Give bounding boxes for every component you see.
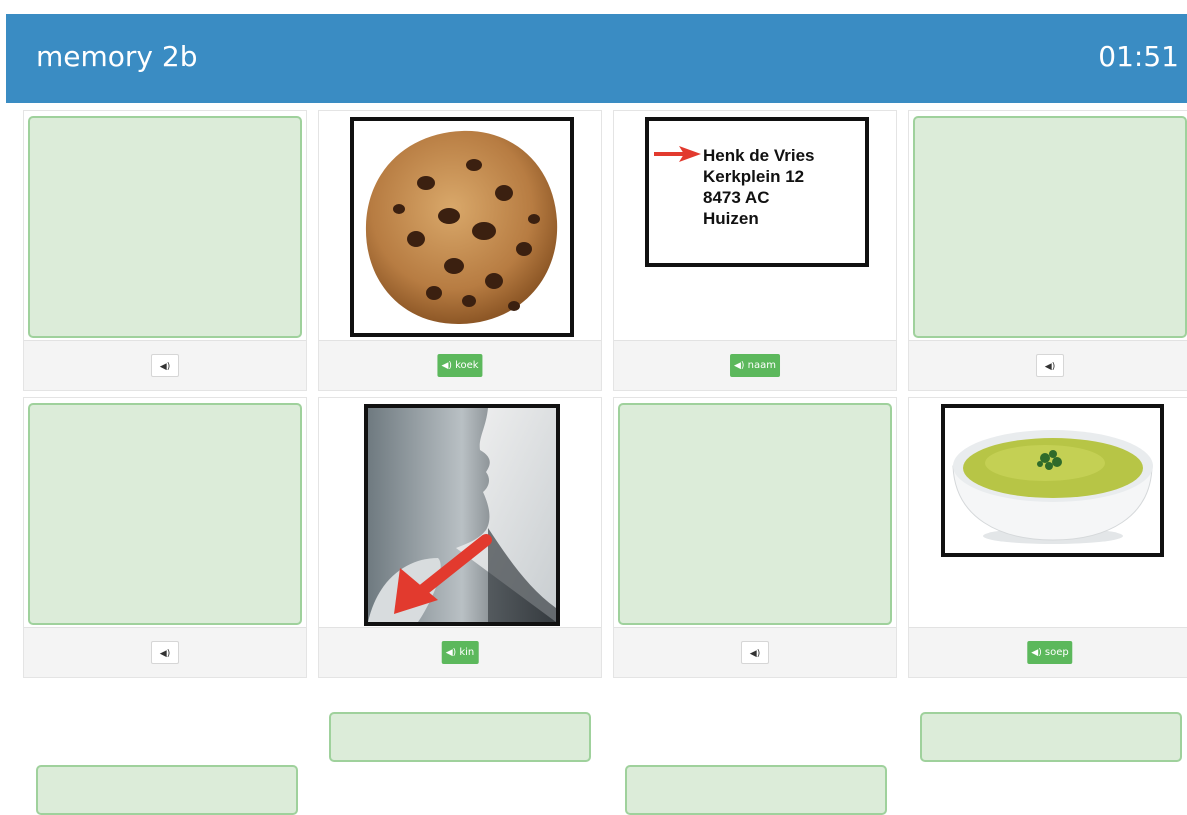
chin-illustration [368,408,556,622]
soup-illustration [945,408,1160,553]
speaker-icon: ◀) [159,362,171,372]
speaker-icon: ◀) [749,649,761,659]
word-label: koek [455,360,479,371]
speaker-icon: ◀) [1044,362,1056,372]
speaker-icon: ◀) [734,361,745,371]
card-back[interactable] [28,116,302,338]
sound-button[interactable]: ◀) [151,641,179,664]
card-footer: ◀) [24,340,306,390]
address-line: Huizen [703,209,759,228]
memory-card-2[interactable]: ◀) koek [318,110,602,391]
sound-button[interactable]: ◀) soep [1027,641,1073,664]
memory-card-7[interactable]: ◀) [613,397,897,678]
sound-button[interactable]: ◀) [741,641,769,664]
sound-button[interactable]: ◀) naam [730,354,780,377]
card-footer: ◀) [909,340,1187,390]
address-line: 8473 AC [703,188,770,207]
game-title: memory 2b [36,40,198,73]
sound-button[interactable]: ◀) [1036,354,1064,377]
card-footer: ◀) [24,627,306,677]
memory-card-1[interactable]: ◀) [23,110,307,391]
answer-slot-3[interactable] [36,765,298,815]
card-face: Henk de Vries Kerkplein 12 8473 AC Huize… [614,111,896,343]
sound-button[interactable]: ◀) koek [437,354,483,377]
memory-card-4[interactable]: ◀) [908,110,1187,391]
card-footer: ◀) naam [614,340,896,390]
word-label: kin [459,647,475,658]
speaker-icon: ◀) [441,361,452,371]
memory-card-5[interactable]: ◀) [23,397,307,678]
speaker-icon: ◀) [445,648,457,658]
card-back[interactable] [618,403,892,625]
card-face [909,398,1187,630]
memory-card-8[interactable]: ◀) soep [908,397,1187,678]
cookie-image [350,117,574,337]
sound-button[interactable]: ◀) [151,354,179,377]
game-timer: 01:51 [1098,40,1179,73]
address-line: Kerkplein 12 [703,167,805,186]
card-footer: ◀) kin [319,627,601,677]
speaker-icon: ◀) [1031,648,1042,658]
card-back[interactable] [913,116,1187,338]
memory-card-6[interactable]: ◀) kin [318,397,602,678]
cookie-illustration [365,130,558,325]
address-label-image: Henk de Vries Kerkplein 12 8473 AC Huize… [645,117,869,267]
card-face [319,111,601,343]
speaker-icon: ◀) [159,649,171,659]
answer-slot-2[interactable] [920,712,1182,762]
answer-slot-1[interactable] [329,712,591,762]
card-footer: ◀) koek [319,340,601,390]
card-footer: ◀) [614,627,896,677]
sound-button[interactable]: ◀) kin [441,641,479,664]
memory-card-3[interactable]: Henk de Vries Kerkplein 12 8473 AC Huize… [613,110,897,391]
card-back[interactable] [28,403,302,625]
address-line: Henk de Vries [703,146,815,165]
card-face [319,398,601,630]
address-text: Henk de Vries Kerkplein 12 8473 AC Huize… [703,145,815,229]
card-footer: ◀) soep [909,627,1187,677]
chin-image [364,404,560,626]
word-label: naam [747,360,776,371]
soup-image [941,404,1164,557]
answer-slot-4[interactable] [625,765,887,815]
game-header: memory 2b 01:51 [6,14,1187,103]
word-label: soep [1044,647,1069,658]
